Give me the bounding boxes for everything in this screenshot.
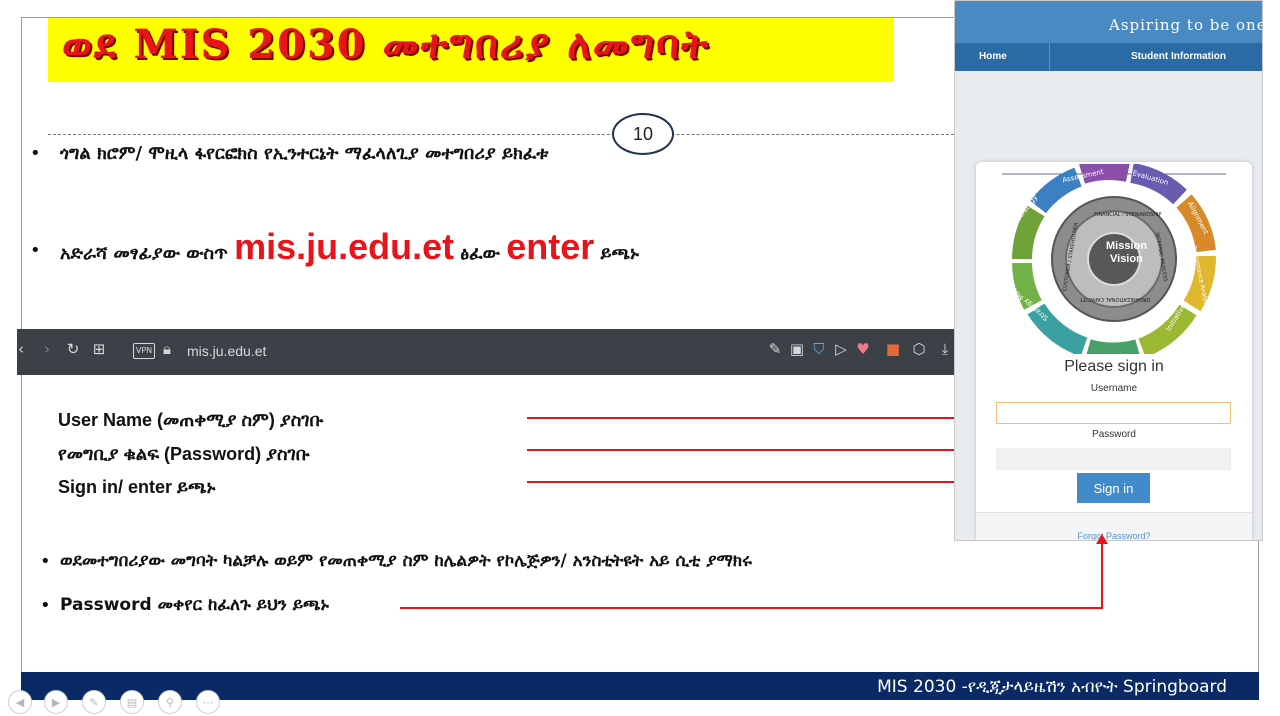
heart-icon[interactable]: ♥ [855,341,871,357]
cube-icon[interactable]: ⬡ [911,341,927,357]
bullet-dot: • [40,551,51,572]
wheel-center-vision: Vision [1110,253,1143,265]
nav-divider [1049,43,1050,71]
signin-card: Mission Vision Assessment Evaluation Ali… [976,162,1252,540]
back-icon[interactable]: ‹ [13,341,29,357]
signin-button[interactable]: Sign in [1077,473,1150,503]
site-nav: Home Student Information [955,43,1262,71]
wheel-segment-label: Performance Measures [1070,324,1139,331]
password-label: Password [1092,429,1136,440]
arrow-to-signin [527,481,1007,483]
forgot-password-link[interactable]: Forgot Password? [976,531,1252,540]
edit-icon[interactable]: ✎ [767,341,783,357]
snapshot-icon[interactable]: ▣ [789,341,805,357]
nav-home[interactable]: Home [979,51,1007,62]
lock-icon[interactable]: 🔒︎ [159,341,175,357]
slide-title: ወደ MIS 2030 መተግበሪያ ለመግባት [62,21,710,68]
slideshow-slides-icon[interactable]: ▤ [120,690,144,714]
username-field[interactable] [996,402,1231,424]
download-icon[interactable]: ⤓ [937,341,953,357]
bullet-url-suffix: ይጫኑ [600,243,639,264]
extension-icon[interactable]: ■ [885,341,901,357]
bullet-dot: • [30,143,41,164]
arrow-to-forgot-password-vertical [1101,544,1103,609]
forward-icon[interactable]: › [39,341,55,357]
nav-student-information[interactable]: Student Information [1131,51,1226,62]
bullet-enter-url: አድራሻ መፃፊያው ውስጥ mis.ju.edu.et ፅፈው enter ይ… [60,226,639,268]
bullet-open-browser: ጎግል ክሮም/ ሞዚላ ፋየርፎክስ የኢንተርኔት ማፈላለጊያ መተግበሪ… [60,143,549,164]
card-footer: Forgot Password? [976,512,1252,540]
arrow-to-password [527,449,1007,451]
page-number-badge: 10 [612,113,674,155]
arrow-to-username [527,417,1007,419]
address-bar-url[interactable]: mis.ju.edu.et [187,343,266,359]
highlight-url: mis.ju.edu.et [234,226,455,267]
slideshow-zoom-icon[interactable]: ⚲ [158,690,182,714]
bullet-dot: • [30,240,41,261]
instruction-password: የመግቢያ ቁልፍ (Password) ያስገቡ [58,444,310,464]
wheel-inner-label: ORGANIZATIONAL CAPACITY [1080,296,1151,302]
highlight-enter-key: enter [506,226,595,267]
footer-text: MIS 2030 -የዲጂታላይዜሽን አብዮት Springboard [877,677,1227,697]
browser-toolbar: ‹ › ↻ ⊞ VPN 🔒︎ mis.ju.edu.et ✎ ▣ ⛉ ▷ ♥ ■… [17,329,1015,375]
reload-icon[interactable]: ↻ [65,341,81,357]
bullet-contact-ict: ወደመተግበሪያው መግባት ካልቻሉ ወይም የመጠቀሚያ ስም ከሌልዎት … [60,551,752,571]
slideshow-play-icon[interactable]: ▶ [44,690,68,714]
slideshow-more-icon[interactable]: ⋯ [196,690,220,714]
signin-heading: Please sign in [1064,358,1164,375]
divider-line [48,134,954,135]
play-icon[interactable]: ▷ [833,341,849,357]
wheel-center-mission: Mission [1106,240,1147,252]
bullet-url-prefix: አድራሻ መፃፊያው ውስጥ [60,243,228,264]
site-banner: Aspiring to be one of [955,1,1262,43]
instruction-username: User Name (መጠቀሚያ ስም) ያስገቡ [58,410,324,430]
password-field[interactable] [996,448,1231,470]
slideshow-back-icon[interactable]: ◀ [8,690,32,714]
bullet-dot: • [40,595,51,616]
bullet-change-password: Password መቀየር ከፈለጉ ይህን ይጫኑ [60,595,329,615]
slideshow-pen-icon[interactable]: ✎ [82,690,106,714]
login-page-screenshot: Aspiring to be one of Home Student Infor… [954,0,1263,541]
arrow-head [1096,534,1108,544]
shield-icon[interactable]: ⛉ [811,341,827,357]
instruction-signin: Sign in/ enter ይጫኑ [58,477,216,497]
username-label: Username [1090,383,1138,394]
vpn-badge[interactable]: VPN [133,343,155,359]
bullet-url-middle: ፅፈው [460,243,500,264]
banner-text: Aspiring to be one of [1109,16,1262,34]
arrow-to-forgot-password [400,607,1103,609]
tabs-grid-icon[interactable]: ⊞ [91,341,107,357]
wheel-inner-label: FINANCIAL / STEWARDSHIP [1094,212,1162,218]
slide-title-box: ወደ MIS 2030 መተግበሪያ ለመግባት [48,18,894,82]
